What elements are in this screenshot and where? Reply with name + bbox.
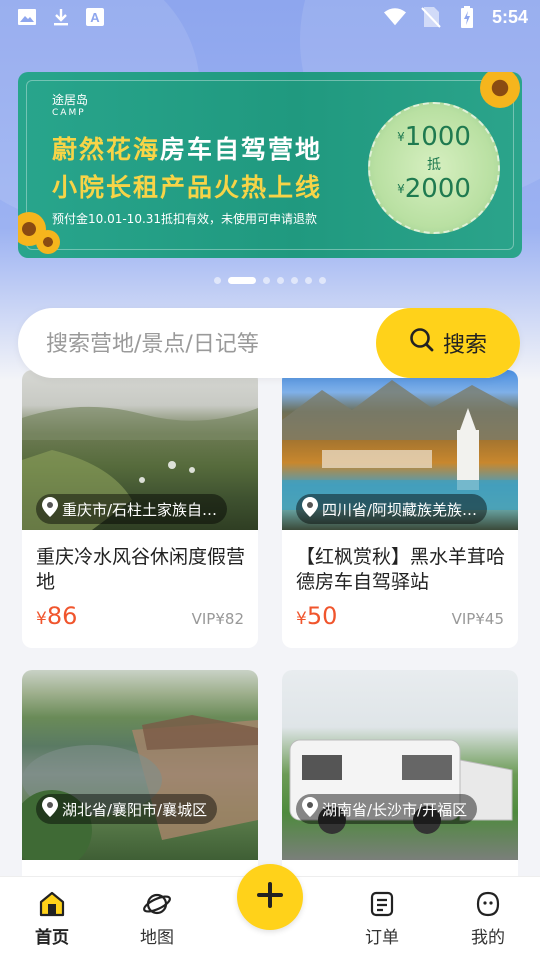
plus-icon [256, 881, 284, 913]
coupon-amount-2: 2000 [404, 174, 471, 204]
banner-subtitle: 预付金10.01-10.31抵扣有效，未使用可申请退款 [52, 212, 318, 226]
coupon-amount-1: 1000 [404, 122, 471, 152]
clock: 5:54 [491, 6, 528, 27]
camp-title: 【红枫赏秋】黑水羊茸哈德房车自驾驿站 [296, 546, 506, 593]
location-tag: 四川省/阿坝藏族羌族… [296, 494, 488, 524]
nav-label: 地图 [140, 928, 174, 948]
coupon-line2: ¥2000 [370, 174, 498, 204]
sunflower-icon [480, 72, 520, 108]
location-pin-icon [42, 797, 58, 821]
nav-item-profile[interactable]: 我的 [448, 889, 528, 948]
vip-price: VIP¥45 [451, 610, 504, 628]
banner-title-highlight: 蔚然花海 [52, 135, 161, 164]
search-button[interactable]: 搜索 [376, 308, 520, 378]
location-text: 湖南省/长沙市/开福区 [322, 800, 468, 819]
no-sim-icon [420, 6, 442, 28]
camp-photo: 湖北省/襄阳市/襄城区 [22, 670, 258, 860]
camp-price: ¥86 [36, 602, 77, 630]
status-bar: A 5:54 [0, 0, 540, 36]
brand-name: 途居岛 [52, 93, 89, 107]
nav-label: 订单 [365, 928, 399, 948]
brand-name-en: CAMP [52, 108, 86, 118]
camp-photo: 湖南省/长沙市/开福区 [282, 670, 518, 860]
coupon-line1: ¥1000 [370, 122, 498, 152]
location-text: 重庆市/石柱土家族自… [62, 500, 218, 519]
planet-map-icon [142, 889, 172, 919]
nav-item-map[interactable]: 地图 [117, 889, 197, 948]
svg-text:A: A [90, 10, 100, 25]
banner-title-rest: 房车自驾营地 [160, 135, 323, 164]
camp-card[interactable]: 四川省/阿坝藏族羌族… 【红枫赏秋】黑水羊茸哈德房车自驾驿站 ¥50 VIP¥4… [282, 370, 518, 648]
home-icon [37, 889, 67, 919]
location-text: 湖北省/襄阳市/襄城区 [62, 800, 208, 819]
coupon-badge: ¥1000 抵 ¥2000 [368, 102, 500, 234]
camp-photo: 四川省/阿坝藏族羌族… [282, 370, 518, 530]
vip-price: VIP¥82 [191, 610, 244, 628]
carousel-dot[interactable] [277, 277, 284, 284]
text-a-icon: A [84, 6, 106, 28]
sunflower-icon [36, 230, 60, 254]
camp-card[interactable]: 湖南省/长沙市/开福区 [282, 670, 518, 890]
carousel-dot[interactable] [305, 277, 312, 284]
camp-photo: 重庆市/石柱土家族自… [22, 370, 258, 530]
coupon-currency-2: ¥ [397, 182, 405, 196]
camp-title: 重庆冷水风谷休闲度假营地 [36, 546, 246, 593]
location-pin-icon [42, 497, 58, 521]
location-tag: 湖南省/长沙市/开福区 [296, 794, 478, 824]
search-bar: 搜索 [18, 308, 520, 380]
location-text: 四川省/阿坝藏族羌族… [322, 500, 478, 519]
carousel-dot[interactable] [319, 277, 326, 284]
carousel-dot[interactable] [263, 277, 270, 284]
price-value: 50 [306, 602, 338, 630]
coupon-currency-1: ¥ [397, 130, 405, 144]
image-icon [16, 6, 38, 28]
coupon-mid: 抵 [427, 157, 441, 173]
search-icon [409, 327, 435, 359]
price-currency: ¥ [36, 609, 47, 629]
carousel-indicator [0, 277, 540, 284]
price-currency: ¥ [296, 609, 307, 629]
brand-logo: 途居岛 CAMP [52, 94, 88, 120]
download-icon [50, 6, 72, 28]
promo-banner[interactable]: 途居岛 CAMP 蔚然花海房车自驾营地 小院长租产品火热上线 预付金10.01-… [18, 72, 522, 258]
location-tag: 重庆市/石柱土家族自… [36, 494, 228, 524]
nav-label: 我的 [471, 928, 505, 948]
carousel-dot-active[interactable] [228, 277, 256, 284]
location-tag: 湖北省/襄阳市/襄城区 [36, 794, 218, 824]
price-value: 86 [46, 602, 78, 630]
nav-label: 首页 [35, 928, 69, 948]
camp-price: ¥50 [296, 602, 337, 630]
camp-card[interactable]: 重庆市/石柱土家族自… 重庆冷水风谷休闲度假营地 ¥86 VIP¥82 [22, 370, 258, 648]
wifi-icon [383, 6, 406, 28]
order-list-icon [367, 889, 397, 919]
search-input[interactable] [44, 308, 378, 380]
banner-title-line2: 小院长租产品火热上线 [52, 173, 323, 202]
carousel-dot[interactable] [291, 277, 298, 284]
nav-item-home[interactable]: 首页 [12, 889, 92, 948]
nav-item-orders[interactable]: 订单 [342, 889, 422, 948]
location-pin-icon [302, 797, 318, 821]
profile-icon [473, 889, 503, 919]
search-button-label: 搜索 [442, 333, 487, 358]
banner-title-line1: 蔚然花海房车自驾营地 [52, 130, 322, 166]
location-pin-icon [302, 497, 318, 521]
add-button[interactable] [237, 864, 303, 930]
battery-charging-icon [456, 6, 478, 28]
carousel-dot[interactable] [214, 277, 221, 284]
camp-card[interactable]: 湖北省/襄阳市/襄城区 [22, 670, 258, 890]
